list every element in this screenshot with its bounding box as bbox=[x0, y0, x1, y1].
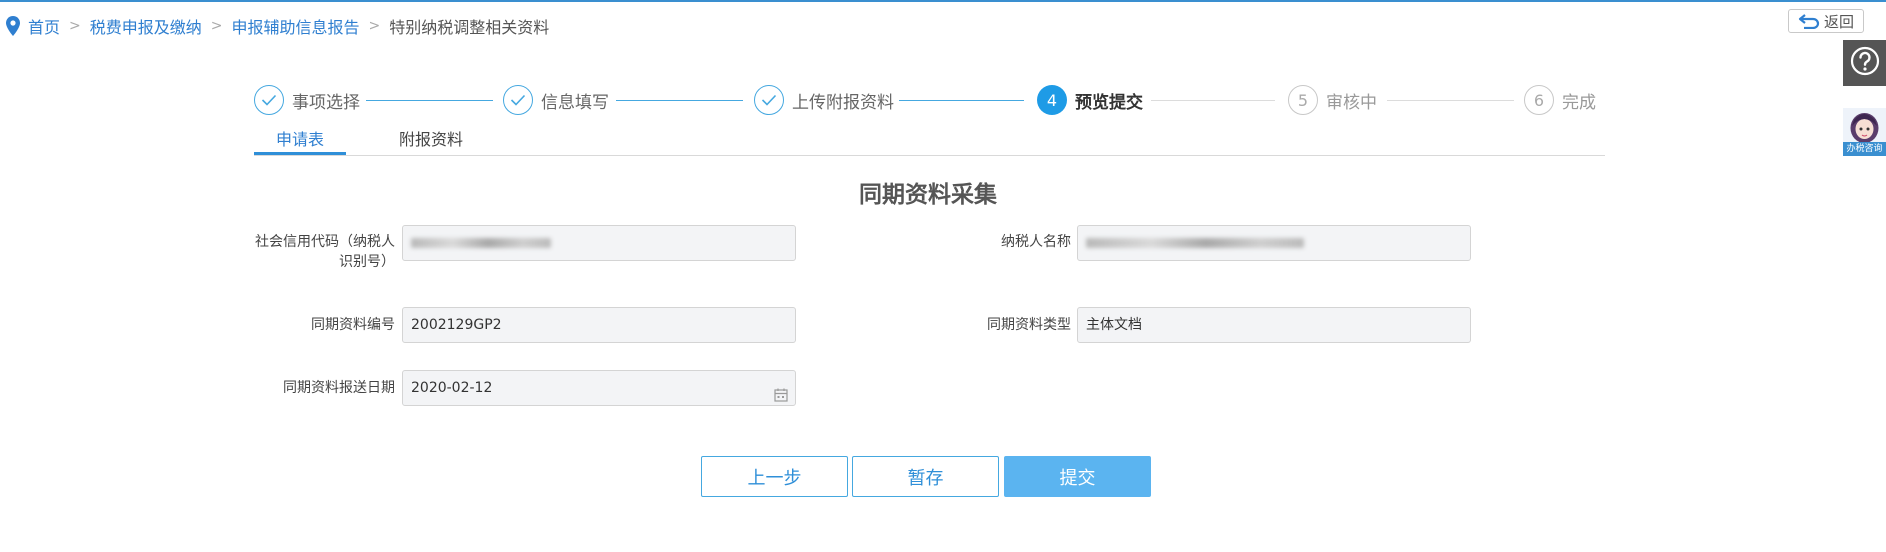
tab-attachments[interactable]: 附报资料 bbox=[399, 126, 463, 150]
step-label: 预览提交 bbox=[1075, 92, 1143, 113]
breadcrumb-separator: > bbox=[210, 18, 223, 34]
step-number: 5 bbox=[1288, 85, 1318, 115]
top-accent-line bbox=[0, 0, 1886, 2]
assistant-label: 办税咨询 bbox=[1843, 142, 1886, 156]
submit-date-field[interactable]: 2020-02-12 bbox=[402, 370, 796, 406]
tab-application-form[interactable]: 申请表 bbox=[276, 126, 324, 150]
tabs-divider bbox=[254, 155, 1605, 156]
redacted-value bbox=[1086, 238, 1304, 248]
help-button[interactable] bbox=[1843, 40, 1886, 86]
breadcrumb: 首页 > 税费申报及缴纳 > 申报辅助信息报告 > 特别纳税调整相关资料 bbox=[6, 14, 549, 38]
step-number: 6 bbox=[1524, 85, 1554, 115]
step-connector bbox=[616, 100, 743, 101]
assistant-avatar bbox=[1850, 113, 1879, 142]
step-item-select: 事项选择 bbox=[254, 83, 360, 117]
breadcrumb-current: 特别纳税调整相关资料 bbox=[389, 18, 550, 37]
step-label: 完成 bbox=[1562, 92, 1596, 113]
submit-date-label: 同期资料报送日期 bbox=[283, 380, 395, 396]
step-item-complete: 6 完成 bbox=[1524, 83, 1596, 117]
breadcrumb-tax-filing-link[interactable]: 税费申报及缴纳 bbox=[90, 14, 202, 38]
step-connector bbox=[899, 100, 1024, 101]
step-label: 上传附报资料 bbox=[792, 92, 894, 113]
credit-code-label: 社会信用代码（纳税人识别号） bbox=[255, 234, 395, 270]
step-label: 审核中 bbox=[1326, 92, 1377, 113]
breadcrumb-separator: > bbox=[368, 18, 381, 34]
doc-type-label: 同期资料类型 bbox=[987, 317, 1071, 333]
check-icon bbox=[754, 85, 784, 115]
step-item-upload: 上传附报资料 bbox=[754, 83, 894, 117]
doc-number-label: 同期资料编号 bbox=[311, 317, 395, 333]
step-connector bbox=[1387, 100, 1514, 101]
doc-number-field[interactable]: 2002129GP2 bbox=[402, 307, 796, 343]
step-item-fill-info: 信息填写 bbox=[503, 83, 609, 117]
redacted-value bbox=[411, 238, 551, 248]
previous-step-button[interactable]: 上一步 bbox=[701, 456, 848, 497]
step-number: 4 bbox=[1037, 85, 1067, 115]
taxpayer-name-label: 纳税人名称 bbox=[1001, 234, 1071, 250]
step-item-preview: 4 预览提交 bbox=[1037, 83, 1143, 117]
save-draft-button[interactable]: 暂存 bbox=[852, 456, 999, 497]
submit-date-value: 2020-02-12 bbox=[411, 380, 493, 396]
breadcrumb-aux-report-link[interactable]: 申报辅助信息报告 bbox=[232, 14, 360, 38]
breadcrumb-separator: > bbox=[69, 18, 81, 34]
submit-button[interactable]: 提交 bbox=[1004, 456, 1151, 497]
step-item-review: 5 审核中 bbox=[1288, 83, 1377, 117]
step-label: 事项选择 bbox=[292, 92, 360, 113]
back-button[interactable]: 返回 bbox=[1788, 9, 1864, 33]
doc-type-field[interactable]: 主体文档 bbox=[1077, 307, 1471, 343]
credit-code-field[interactable] bbox=[402, 225, 796, 261]
location-pin-icon bbox=[6, 15, 22, 37]
form-title: 同期资料采集 bbox=[859, 182, 997, 208]
active-tab-indicator bbox=[254, 152, 346, 155]
question-circle-icon bbox=[1849, 45, 1881, 81]
check-icon bbox=[503, 85, 533, 115]
taxpayer-name-field[interactable] bbox=[1077, 225, 1471, 261]
calendar-icon[interactable] bbox=[774, 381, 788, 405]
step-connector bbox=[1151, 100, 1275, 101]
back-button-label: 返回 bbox=[1823, 12, 1854, 31]
step-connector bbox=[366, 100, 493, 101]
breadcrumb-home-link[interactable]: 首页 bbox=[28, 14, 60, 38]
tax-consult-assistant[interactable]: 办税咨询 bbox=[1843, 108, 1886, 156]
check-icon bbox=[254, 85, 284, 115]
return-arrow-icon bbox=[1798, 13, 1820, 29]
step-label: 信息填写 bbox=[541, 92, 609, 113]
